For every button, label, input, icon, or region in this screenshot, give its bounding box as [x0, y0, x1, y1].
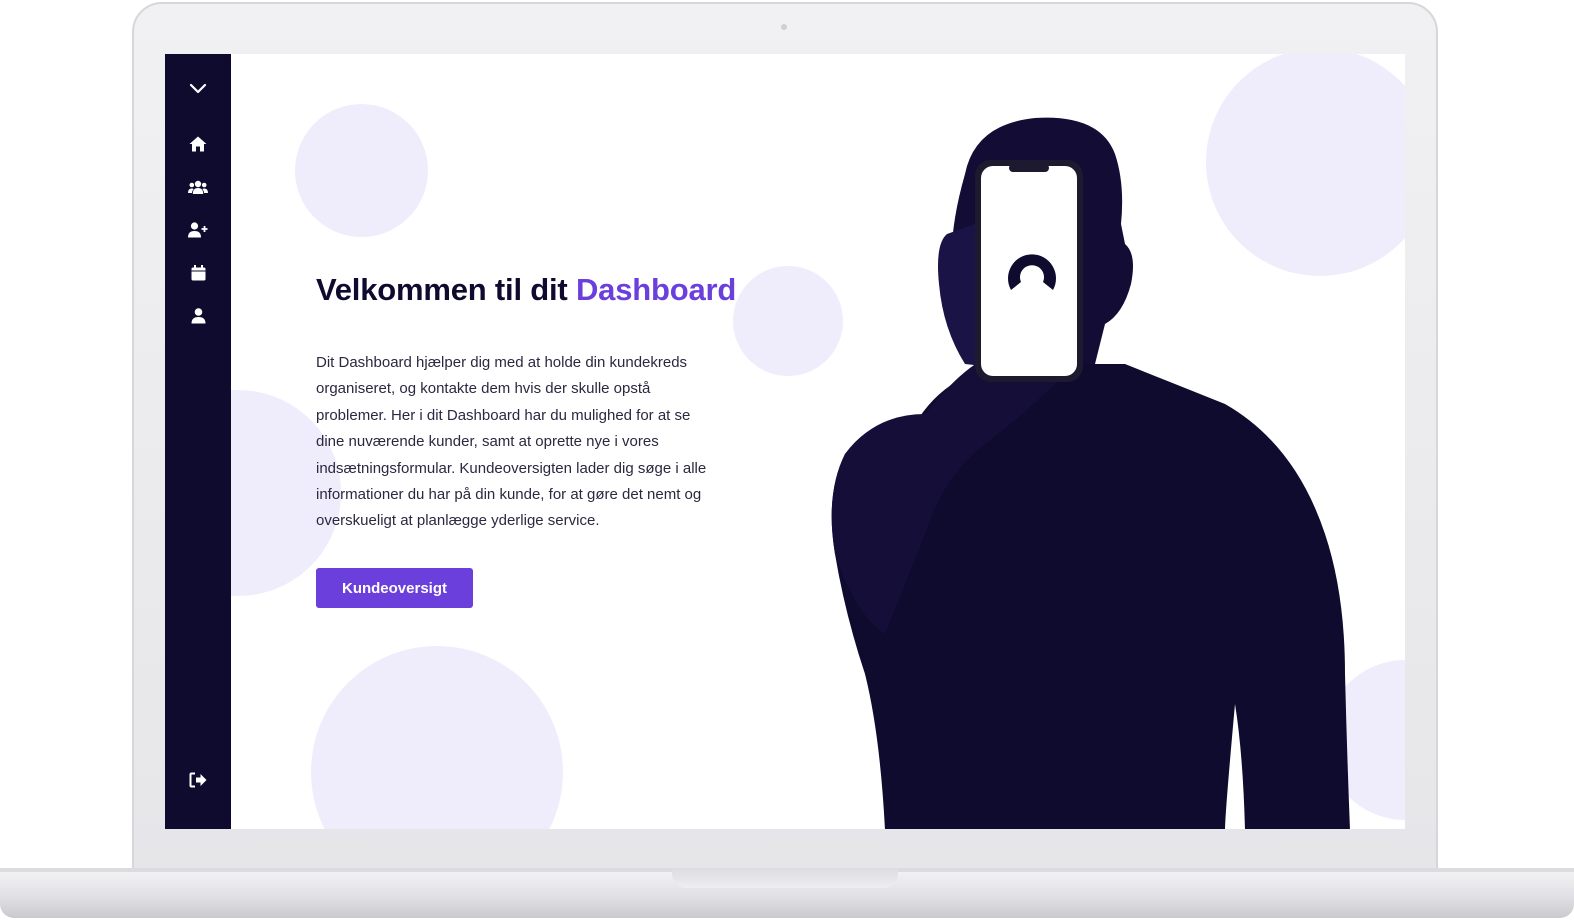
calendar-icon[interactable]	[182, 257, 214, 289]
chevron-down-icon[interactable]	[182, 72, 214, 104]
hero: Velkommen til dit Dashboard Dit Dashboar…	[316, 272, 786, 550]
home-icon[interactable]	[182, 128, 214, 160]
add-user-icon[interactable]	[182, 214, 214, 246]
title-prefix: Velkommen til dit	[316, 272, 568, 307]
page-title: Velkommen til dit Dashboard	[316, 272, 786, 308]
customers-icon[interactable]	[182, 171, 214, 203]
decor-circle	[311, 646, 563, 829]
sidebar	[165, 54, 231, 829]
screen: Velkommen til dit Dashboard Dit Dashboar…	[165, 54, 1405, 829]
hero-description: Dit Dashboard hjælper dig med at holde d…	[316, 354, 707, 530]
decor-circle	[295, 104, 428, 237]
customer-overview-button[interactable]: Kundeoversigt	[316, 568, 473, 608]
laptop-notch	[672, 868, 898, 888]
title-accent: Dashboard	[575, 272, 737, 307]
webcam	[781, 24, 787, 30]
logout-icon[interactable]	[182, 764, 214, 796]
hero-illustration	[831, 117, 1350, 829]
profile-icon[interactable]	[182, 300, 214, 332]
